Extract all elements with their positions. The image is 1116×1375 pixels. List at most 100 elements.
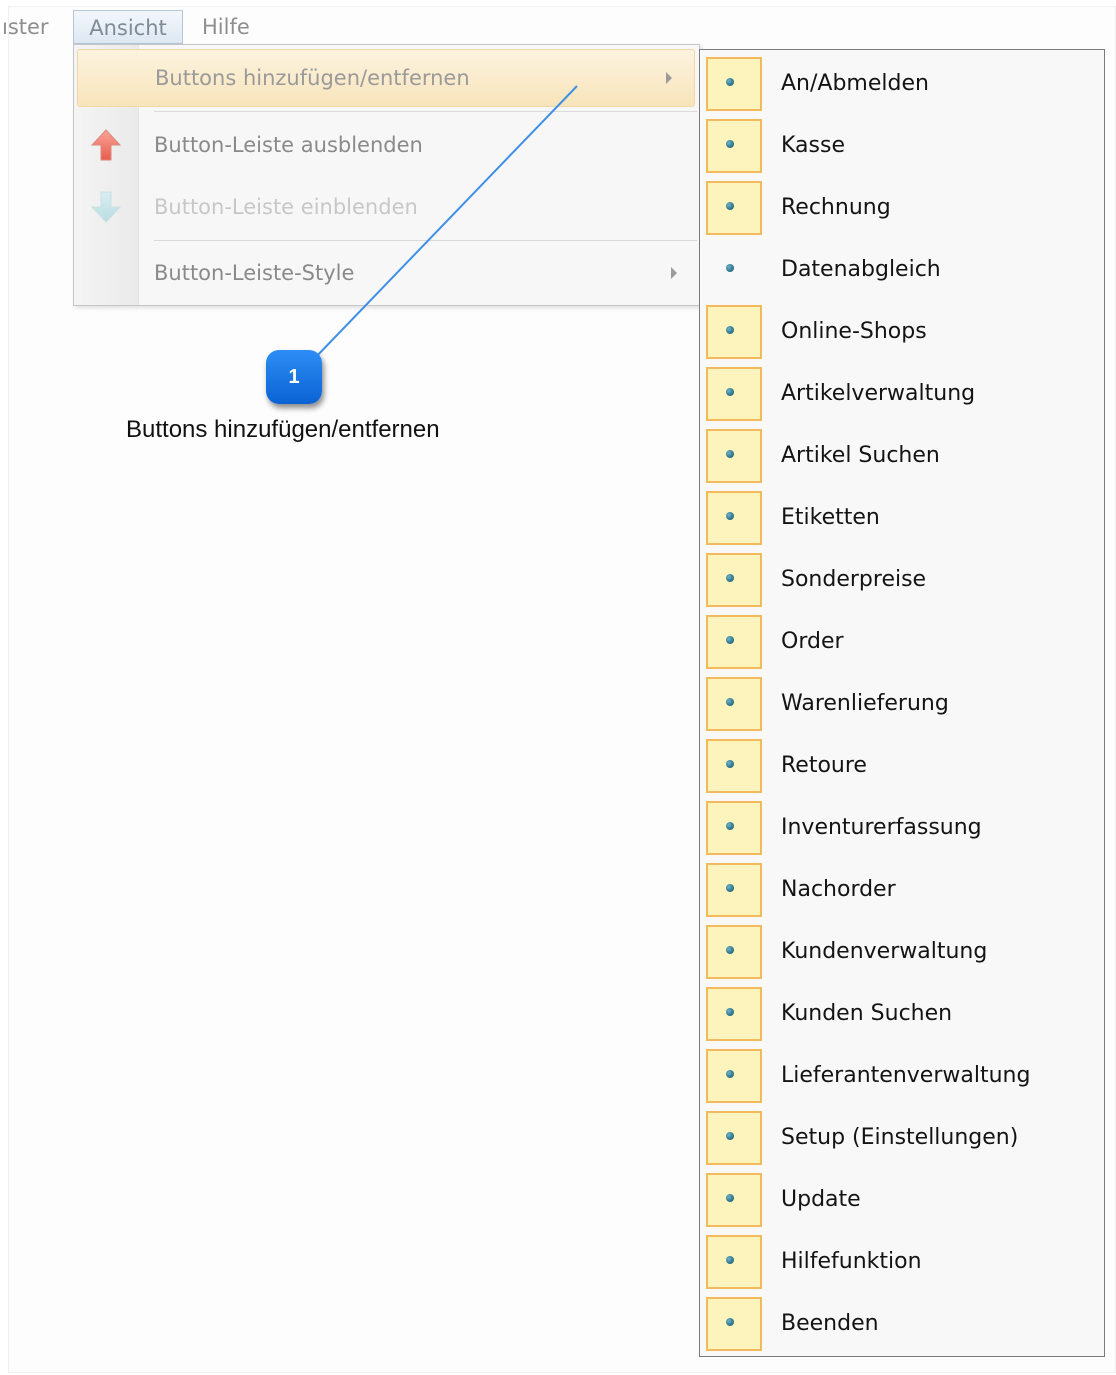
bullet-icon (726, 388, 734, 396)
annotation-badge: 1 (266, 350, 322, 404)
submenu-item-setup-einstellungen[interactable]: Setup (Einstellungen) (700, 1107, 1104, 1169)
submenu-item-label: Datenabgleich (781, 257, 941, 282)
checkbox-indicator (706, 615, 762, 669)
submenu-item-etiketten[interactable]: Etiketten (700, 487, 1104, 549)
checkbox-indicator (706, 491, 762, 545)
bullet-icon (726, 1256, 734, 1264)
bullet-icon (726, 1132, 734, 1140)
menu-item-button-leiste-ausblenden[interactable]: Button-Leiste ausblenden (74, 117, 699, 173)
menu-item-label: Button-Leiste ausblenden (154, 133, 423, 157)
ansicht-dropdown-menu: Buttons hinzufügen/entfernen Button-Leis… (73, 44, 700, 306)
bullet-icon (726, 512, 734, 520)
arrow-up-icon (90, 128, 122, 162)
submenu-item-label: Online-Shops (781, 319, 927, 344)
bullet-icon (726, 884, 734, 892)
menu-hilfe[interactable]: Hilfe (202, 10, 250, 44)
arrow-down-icon (90, 190, 122, 224)
checkbox-indicator (706, 429, 762, 483)
checkbox-indicator (706, 925, 762, 979)
menu-item-button-leiste-einblenden[interactable]: Button-Leiste einblenden (74, 179, 699, 235)
menu-item-label: Buttons hinzufügen/entfernen (155, 66, 470, 90)
bullet-icon (726, 78, 734, 86)
submenu-item-an-abmelden[interactable]: An/Abmelden (700, 53, 1104, 115)
submenu-item-label: Rechnung (781, 195, 891, 220)
checkbox-indicator (706, 863, 762, 917)
bullet-icon (726, 326, 734, 334)
menu-separator (154, 111, 697, 112)
submenu-item-label: Setup (Einstellungen) (781, 1125, 1019, 1150)
submenu-item-label: Warenlieferung (781, 691, 949, 716)
bullet-icon (726, 202, 734, 210)
menu-separator (154, 240, 697, 241)
submenu-item-label: Order (781, 629, 844, 654)
submenu-item-label: Artikelverwaltung (781, 381, 976, 406)
submenu-item-artikelverwaltung[interactable]: Artikelverwaltung (700, 363, 1104, 425)
checkbox-indicator (706, 119, 762, 173)
annotation-caption: Buttons hinzufügen/entfernen (126, 416, 440, 443)
menu-item-buttons-hinzufuegen[interactable]: Buttons hinzufügen/entfernen (77, 49, 695, 107)
checkbox-indicator (706, 367, 762, 421)
submenu-item-lieferantenverwaltung[interactable]: Lieferantenverwaltung (700, 1045, 1104, 1107)
submenu-item-label: Sonderpreise (781, 567, 927, 592)
checkbox-indicator (706, 987, 762, 1041)
submenu-item-label: Beenden (781, 1311, 879, 1336)
checkbox-indicator (706, 801, 762, 855)
submenu-item-artikel-suchen[interactable]: Artikel Suchen (700, 425, 1104, 487)
submenu-item-update[interactable]: Update (700, 1169, 1104, 1231)
submenu-item-kundenverwaltung[interactable]: Kundenverwaltung (700, 921, 1104, 983)
checkbox-indicator (706, 1173, 762, 1227)
submenu-item-kasse[interactable]: Kasse (700, 115, 1104, 177)
bullet-icon (726, 698, 734, 706)
submenu-item-label: Inventurerfassung (781, 815, 982, 840)
submenu-arrow-icon (671, 267, 677, 279)
checkbox-indicator (706, 243, 762, 297)
bullet-icon (726, 1070, 734, 1078)
submenu-item-warenlieferung[interactable]: Warenlieferung (700, 673, 1104, 735)
submenu-item-hilfefunktion[interactable]: Hilfefunktion (700, 1231, 1104, 1293)
menu-item-label: Button-Leiste einblenden (154, 195, 418, 219)
submenu-item-beenden[interactable]: Beenden (700, 1293, 1104, 1355)
bullet-icon (726, 140, 734, 148)
submenu-item-kunden-suchen[interactable]: Kunden Suchen (700, 983, 1104, 1045)
bullet-icon (726, 636, 734, 644)
menu-fenster[interactable]: ıster (2, 10, 49, 44)
submenu-item-nachorder[interactable]: Nachorder (700, 859, 1104, 921)
bullet-icon (726, 760, 734, 768)
submenu-item-retoure[interactable]: Retoure (700, 735, 1104, 797)
checkbox-indicator (706, 1049, 762, 1103)
checkbox-indicator (706, 57, 762, 111)
submenu-item-inventurerfassung[interactable]: Inventurerfassung (700, 797, 1104, 859)
menu-bar: ıster Ansicht Hilfe (0, 10, 700, 46)
checkbox-indicator (706, 1235, 762, 1289)
submenu-item-rechnung[interactable]: Rechnung (700, 177, 1104, 239)
submenu-item-label: Lieferantenverwaltung (781, 1063, 1031, 1088)
checkbox-indicator (706, 181, 762, 235)
submenu-arrow-icon (666, 72, 672, 84)
bullet-icon (726, 450, 734, 458)
submenu-item-label: Update (781, 1187, 861, 1212)
submenu-item-sonderpreise[interactable]: Sonderpreise (700, 549, 1104, 611)
buttons-submenu: An/Abmelden Kasse Rechnung Datenabgleich Onl… (699, 49, 1105, 1357)
submenu-item-datenabgleich[interactable]: Datenabgleich (700, 239, 1104, 301)
submenu-item-order[interactable]: Order (700, 611, 1104, 673)
checkbox-indicator (706, 677, 762, 731)
submenu-item-label: Kasse (781, 133, 845, 158)
bullet-icon (726, 1318, 734, 1326)
menu-item-label: Button-Leiste-Style (154, 261, 355, 285)
submenu-item-label: Kundenverwaltung (781, 939, 988, 964)
submenu-item-online-shops[interactable]: Online-Shops (700, 301, 1104, 363)
submenu-item-label: Retoure (781, 753, 867, 778)
checkbox-indicator (706, 739, 762, 793)
submenu-item-label: An/Abmelden (781, 71, 929, 96)
menu-ansicht[interactable]: Ansicht (73, 10, 183, 44)
checkbox-indicator (706, 1111, 762, 1165)
submenu-item-label: Etiketten (781, 505, 880, 530)
submenu-item-label: Kunden Suchen (781, 1001, 953, 1026)
bullet-icon (726, 1194, 734, 1202)
submenu-item-label: Artikel Suchen (781, 443, 940, 468)
menu-item-button-leiste-style[interactable]: Button-Leiste-Style (74, 245, 699, 301)
bullet-icon (726, 822, 734, 830)
checkbox-indicator (706, 305, 762, 359)
bullet-icon (726, 574, 734, 582)
checkbox-indicator (706, 1297, 762, 1351)
